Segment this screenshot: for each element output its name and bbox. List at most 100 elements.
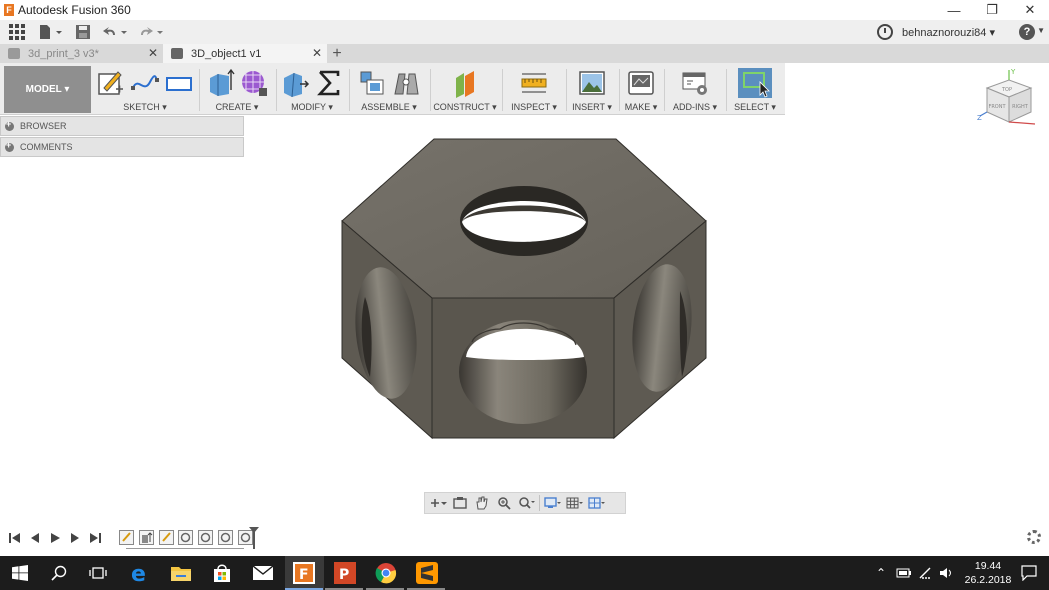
restore-button[interactable]: ❐ bbox=[973, 0, 1011, 20]
zoom-window-icon[interactable] bbox=[495, 496, 513, 510]
task-view-icon[interactable] bbox=[86, 561, 110, 585]
create-label: CREATE ▾ bbox=[215, 102, 259, 112]
sketch-label: SKETCH ▾ bbox=[123, 102, 167, 112]
go-to-end-icon[interactable] bbox=[88, 531, 102, 545]
viewports-icon[interactable] bbox=[588, 496, 606, 510]
close-tab-icon[interactable]: ✕ bbox=[148, 46, 158, 60]
new-tab-plus-icon[interactable]: + bbox=[327, 44, 347, 63]
new-component-icon[interactable] bbox=[357, 68, 387, 98]
document-tab-bar: 3d_print_3 v3* ✕ 3D_object1 v1 ✕ + bbox=[0, 44, 1049, 63]
help-caret-icon[interactable]: ▼ bbox=[1037, 26, 1045, 35]
measure-icon[interactable] bbox=[519, 68, 549, 98]
fusion-360-window: F Autodesk Fusion 360 — ❐ ✕ behnaznorouz… bbox=[0, 0, 1049, 590]
scripts-add-ins-icon[interactable] bbox=[680, 68, 710, 98]
extrude-icon[interactable] bbox=[205, 68, 235, 98]
joint-icon[interactable] bbox=[391, 68, 421, 98]
insert-image-icon[interactable] bbox=[577, 68, 607, 98]
show-hidden-icons-chevron-icon[interactable]: ⌃ bbox=[876, 566, 886, 580]
system-clock[interactable]: 19.44 26.2.2018 bbox=[963, 559, 1013, 587]
timeline-hole-feature[interactable] bbox=[198, 530, 213, 545]
job-status-icon[interactable] bbox=[877, 24, 893, 40]
toolbar-divider bbox=[430, 69, 431, 111]
hexagonal-prism-model[interactable] bbox=[341, 138, 707, 440]
add-ins-group[interactable]: ADD-INS ▾ bbox=[666, 63, 724, 115]
save-icon[interactable] bbox=[68, 20, 98, 44]
windows-start-icon[interactable] bbox=[8, 561, 32, 585]
viewcube[interactable]: TOP FRONT RIGHT Y Z bbox=[975, 66, 1045, 134]
svg-text:FRONT: FRONT bbox=[988, 104, 1006, 110]
display-settings-icon[interactable] bbox=[544, 496, 562, 510]
document-icon bbox=[171, 48, 183, 59]
action-center-notifications-icon[interactable] bbox=[1021, 565, 1037, 581]
search-icon[interactable] bbox=[47, 561, 71, 585]
make-group[interactable]: MAKE ▾ bbox=[620, 63, 662, 115]
3d-print-icon[interactable] bbox=[626, 68, 656, 98]
grid-settings-icon[interactable] bbox=[566, 496, 584, 510]
store-icon[interactable] bbox=[210, 561, 234, 585]
svg-text:Z: Z bbox=[977, 114, 982, 122]
undo-icon[interactable] bbox=[98, 20, 134, 44]
timeline-sketch-feature[interactable] bbox=[159, 530, 174, 545]
select-label: SELECT ▾ bbox=[734, 102, 776, 112]
modify-label: MODIFY ▾ bbox=[291, 102, 333, 112]
fusion-360-taskbar-icon[interactable]: F bbox=[292, 561, 316, 585]
tab-3d-object1[interactable]: 3D_object1 v1 ✕ bbox=[163, 44, 327, 63]
play-icon[interactable] bbox=[48, 531, 62, 545]
form-icon[interactable] bbox=[239, 68, 269, 98]
look-at-icon[interactable] bbox=[451, 496, 469, 510]
workspace-switcher[interactable]: MODEL ▾ bbox=[4, 66, 91, 113]
toolbar-divider bbox=[276, 69, 277, 111]
redo-icon[interactable] bbox=[134, 20, 170, 44]
select-group[interactable]: SELECT ▾ bbox=[728, 63, 782, 115]
minimize-button[interactable]: — bbox=[935, 0, 973, 20]
network-wifi-icon[interactable] bbox=[918, 566, 934, 580]
step-back-icon[interactable] bbox=[28, 531, 42, 545]
construct-label: CONSTRUCT ▾ bbox=[433, 102, 497, 112]
zoom-icon[interactable] bbox=[517, 496, 535, 510]
tab-3d-print-3[interactable]: 3d_print_3 v3* ✕ bbox=[0, 44, 163, 63]
3d-canvas-viewport[interactable] bbox=[0, 115, 1049, 555]
orbit-icon[interactable] bbox=[429, 496, 447, 510]
sum-parameters-icon[interactable] bbox=[314, 68, 344, 98]
timeline-hole-feature[interactable] bbox=[178, 530, 193, 545]
spline-icon[interactable] bbox=[130, 68, 160, 98]
timeline-sketch-feature[interactable] bbox=[119, 530, 134, 545]
modify-group[interactable]: MODIFY ▾ bbox=[278, 63, 346, 115]
battery-icon[interactable] bbox=[896, 567, 912, 579]
assemble-group[interactable]: ASSEMBLE ▾ bbox=[351, 63, 427, 115]
timeline-settings-gear-icon[interactable] bbox=[1027, 530, 1041, 544]
volume-icon[interactable] bbox=[938, 566, 954, 580]
edge-browser-icon[interactable]: e bbox=[128, 561, 152, 585]
construct-group[interactable]: CONSTRUCT ▾ bbox=[432, 63, 498, 115]
inspect-group[interactable]: INSPECT ▾ bbox=[504, 63, 564, 115]
user-account-menu[interactable]: behnaznorouzi84 ▾ bbox=[902, 20, 995, 44]
svg-text:RIGHT: RIGHT bbox=[1012, 104, 1029, 110]
pan-hand-icon[interactable] bbox=[473, 496, 491, 510]
data-panel-grid-icon[interactable] bbox=[0, 20, 34, 44]
powerpoint-icon[interactable]: P bbox=[333, 561, 357, 585]
close-button[interactable]: ✕ bbox=[1011, 0, 1049, 20]
mail-icon[interactable] bbox=[251, 561, 275, 585]
step-forward-icon[interactable] bbox=[68, 531, 82, 545]
help-icon[interactable]: ? bbox=[1019, 24, 1035, 40]
close-tab-icon[interactable]: ✕ bbox=[312, 46, 322, 60]
chrome-icon[interactable] bbox=[374, 561, 398, 585]
file-explorer-icon[interactable] bbox=[169, 561, 193, 585]
press-pull-icon[interactable] bbox=[280, 68, 310, 98]
select-tool-icon[interactable] bbox=[738, 68, 772, 98]
tab-label: 3D_object1 v1 bbox=[191, 47, 262, 60]
create-sketch-icon[interactable] bbox=[96, 68, 126, 98]
offset-plane-icon[interactable] bbox=[450, 68, 480, 98]
timeline-extrude-feature[interactable] bbox=[139, 530, 154, 545]
sketch-group[interactable]: SKETCH ▾ bbox=[95, 63, 195, 115]
rectangle-sketch-icon[interactable] bbox=[164, 68, 194, 98]
assemble-label: ASSEMBLE ▾ bbox=[361, 102, 417, 112]
create-group[interactable]: CREATE ▾ bbox=[201, 63, 273, 115]
go-to-start-icon[interactable] bbox=[8, 531, 22, 545]
sublime-text-icon[interactable] bbox=[415, 561, 439, 585]
timeline-marker-handle[interactable] bbox=[248, 526, 260, 550]
insert-group[interactable]: INSERT ▾ bbox=[567, 63, 617, 115]
toolbar-divider bbox=[664, 69, 665, 111]
file-menu-icon[interactable] bbox=[34, 20, 68, 44]
timeline-hole-feature[interactable] bbox=[218, 530, 233, 545]
